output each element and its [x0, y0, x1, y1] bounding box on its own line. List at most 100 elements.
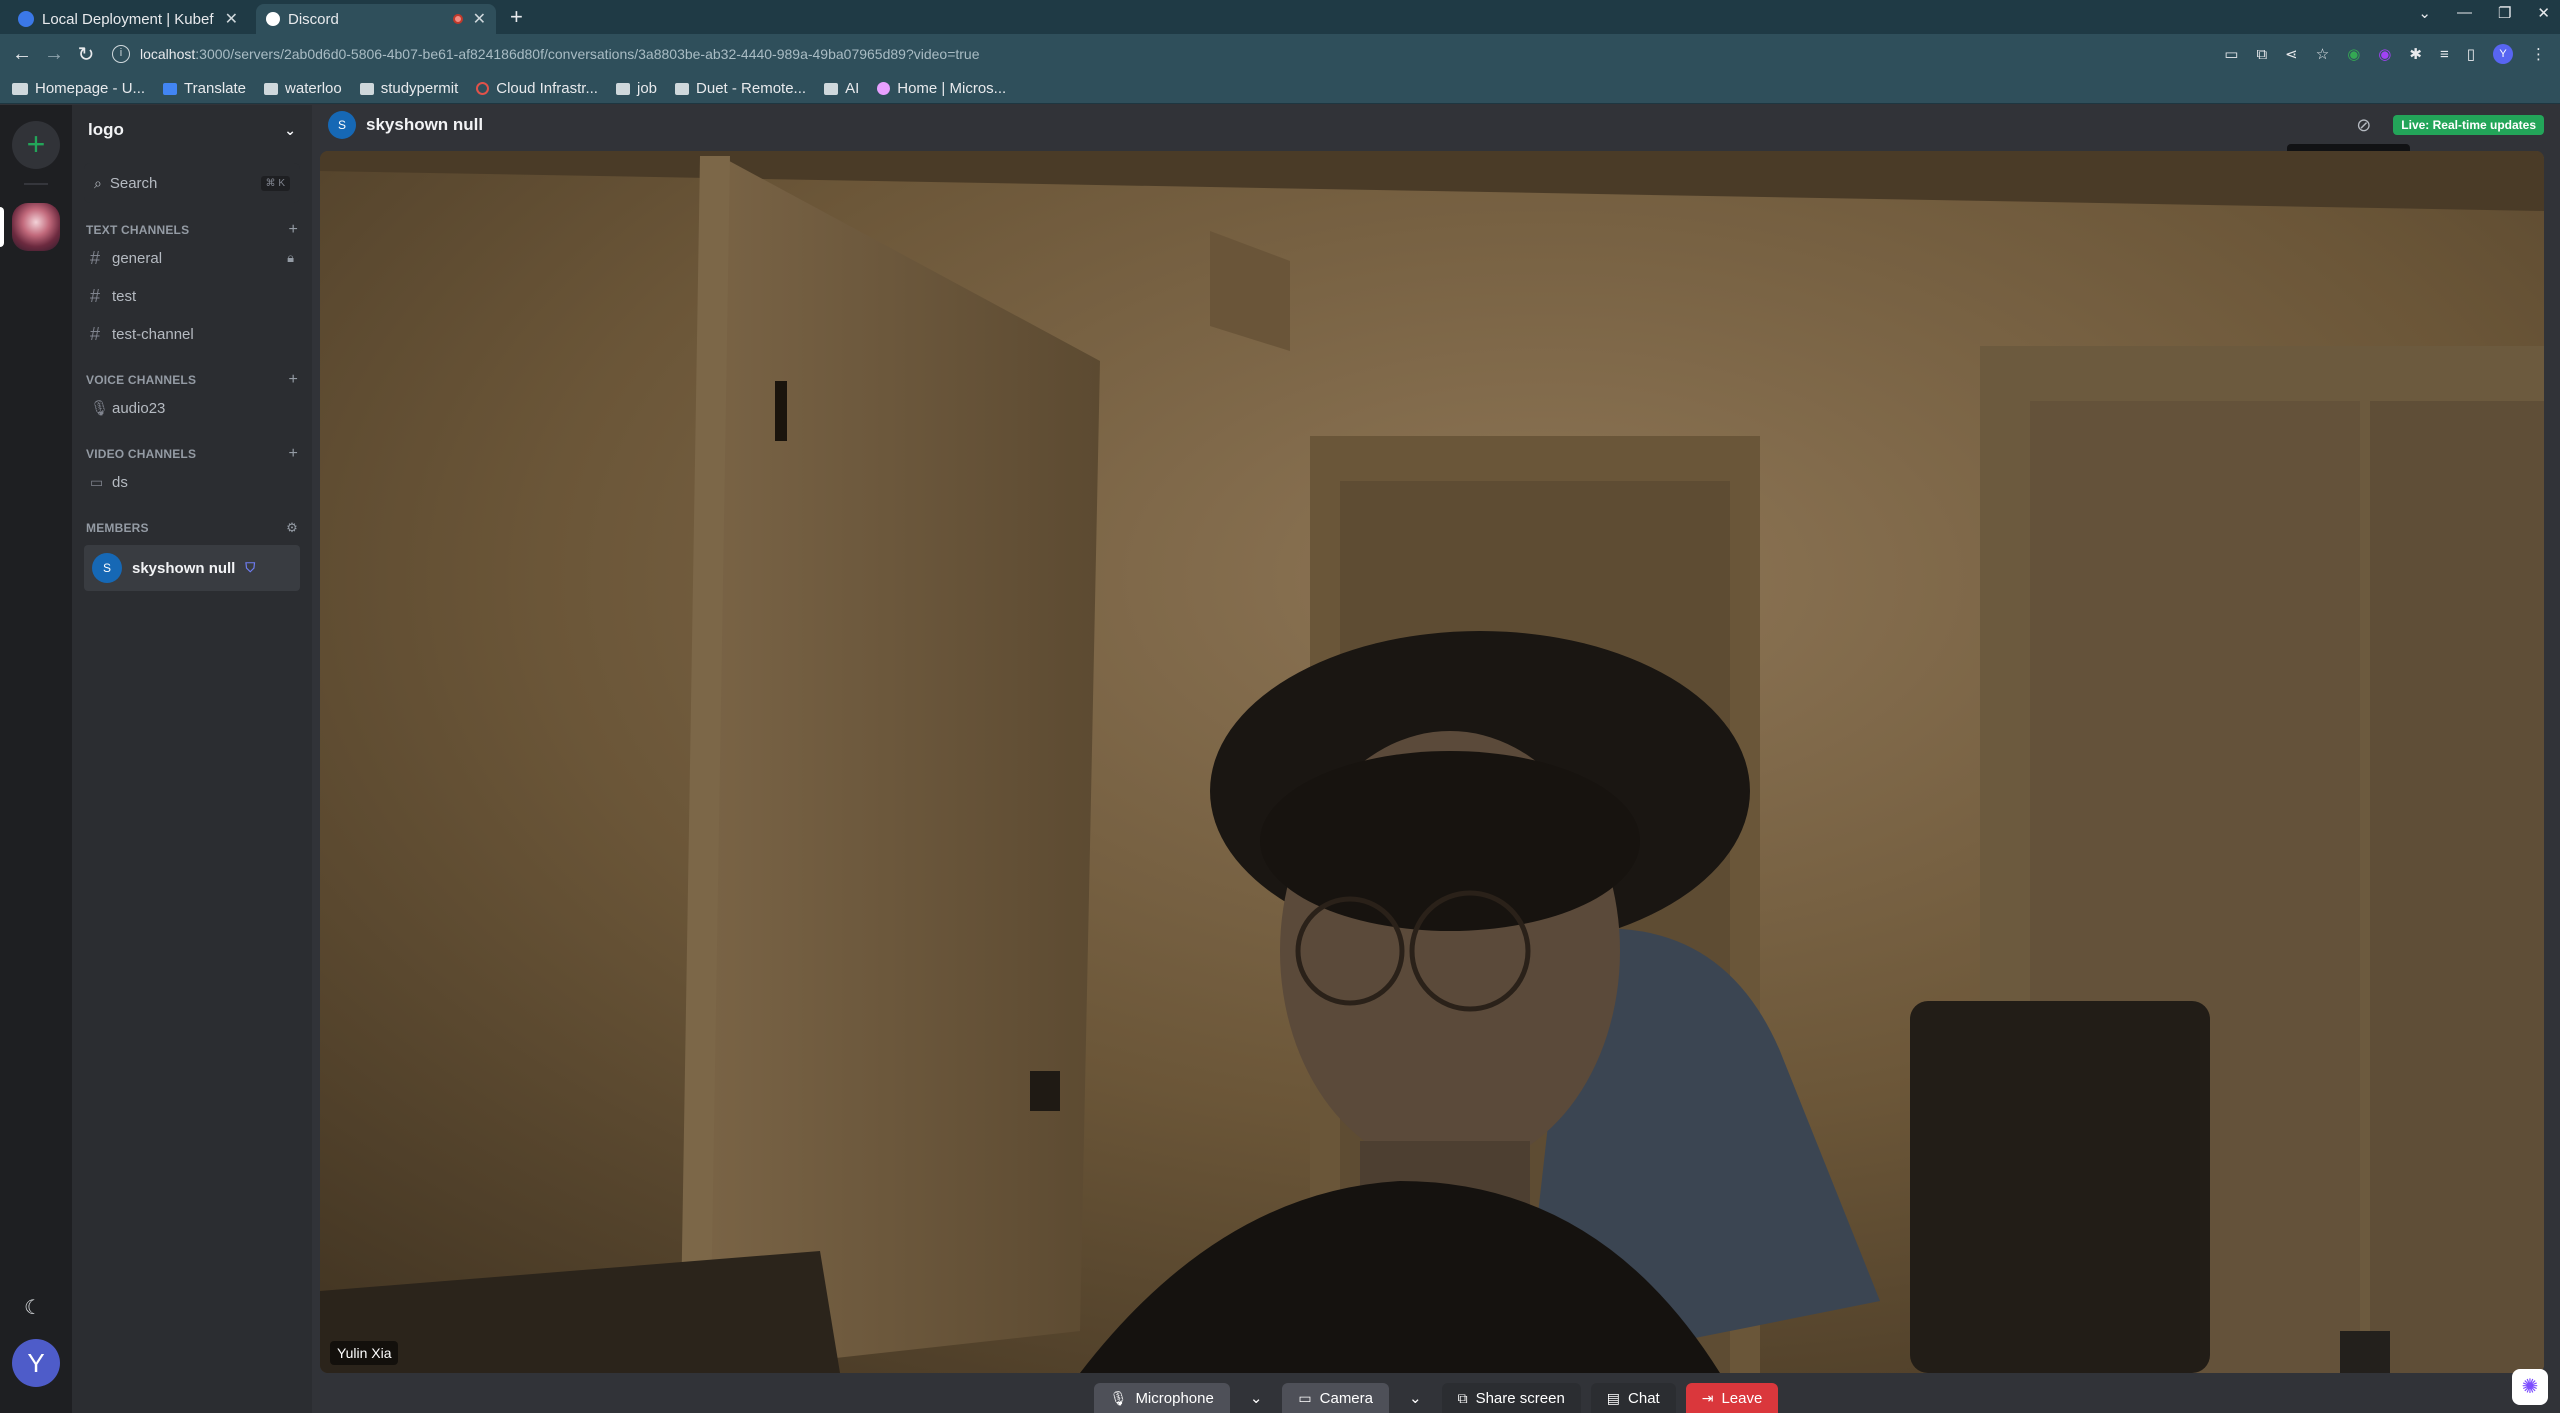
- channel-test-channel[interactable]: # test-channel: [84, 315, 300, 353]
- button-label: Microphone: [1135, 1389, 1214, 1407]
- discord-app: + ☾ Y logo ⌄ ⌕ Search ⌘ K TEXT CHANNELS …: [0, 105, 2560, 1413]
- video-channels-section: VIDEO CHANNELS + ▭ ds: [72, 445, 312, 501]
- camera-in-use-icon[interactable]: ▭: [2224, 45, 2238, 63]
- camera-icon: ▭: [1298, 1389, 1312, 1406]
- translate-icon[interactable]: ⧉: [2256, 46, 2267, 63]
- add-channel-icon[interactable]: +: [288, 445, 298, 463]
- search-button[interactable]: ⌕ Search ⌘ K: [84, 163, 300, 203]
- url-host: localhost: [140, 46, 196, 62]
- close-window-icon[interactable]: ✕: [2537, 4, 2550, 22]
- browser-tab-kubeflow[interactable]: Local Deployment | Kubef ✕: [8, 4, 248, 34]
- channel-ds[interactable]: ▭ ds: [84, 463, 300, 501]
- search-icon: ⌕: [94, 174, 102, 191]
- share-icon[interactable]: ⋖: [2285, 45, 2298, 63]
- globe-icon: [18, 11, 34, 27]
- video-feed: Yulin Xia: [320, 151, 2544, 1373]
- restore-icon[interactable]: ❐: [2498, 4, 2511, 22]
- close-tab-icon[interactable]: ✕: [225, 9, 238, 29]
- profile-avatar[interactable]: Y: [2493, 44, 2513, 64]
- minimize-icon[interactable]: —: [2457, 4, 2472, 22]
- microphone-button[interactable]: 🎙︎ Microphone: [1093, 1383, 1230, 1413]
- discord-favicon-icon: [266, 12, 280, 26]
- add-server-button[interactable]: +: [12, 121, 60, 169]
- chevron-down-icon: ⌄: [1249, 1390, 1263, 1407]
- chat-icon: ▤: [1606, 1389, 1621, 1406]
- bookmark-waterloo[interactable]: waterloo: [264, 80, 342, 97]
- forward-icon[interactable]: →: [38, 43, 70, 66]
- button-label: Share screen: [1475, 1389, 1565, 1407]
- microphone-options-button[interactable]: ⌄: [1240, 1383, 1273, 1413]
- settings-gear-icon[interactable]: ⚙: [286, 520, 298, 536]
- server-header[interactable]: logo ⌄: [72, 105, 312, 155]
- leave-button[interactable]: ⇥ Leave: [1685, 1383, 1779, 1413]
- tab-title: Local Deployment | Kubef: [42, 10, 214, 28]
- add-channel-icon[interactable]: +: [288, 221, 298, 239]
- share-screen-button[interactable]: ⧉ Share screen: [1441, 1383, 1581, 1413]
- channel-label: audio23: [112, 399, 166, 417]
- bookmark-studypermit[interactable]: studypermit: [359, 80, 458, 97]
- bookmark-cloud[interactable]: Cloud Infrastr...: [476, 80, 598, 97]
- browser-menu-icon[interactable]: ⋮: [2531, 45, 2546, 63]
- chat-button[interactable]: ▤ Chat: [1590, 1383, 1676, 1413]
- bookmark-label: Cloud Infrastr...: [496, 80, 598, 97]
- channel-test[interactable]: # test: [84, 277, 300, 315]
- bookmark-label: Homepage - U...: [35, 80, 146, 97]
- add-channel-icon[interactable]: +: [288, 371, 298, 389]
- side-panel-icon[interactable]: ▯: [2467, 45, 2475, 63]
- camera-button[interactable]: ▭ Camera: [1282, 1383, 1389, 1413]
- tab-search-icon[interactable]: ⌄: [2418, 4, 2431, 22]
- chevron-down-icon: ⌄: [1409, 1390, 1422, 1407]
- section-title: VIDEO CHANNELS: [86, 447, 197, 461]
- hash-icon: #: [90, 247, 101, 268]
- live-status-badge: Live: Real-time updates: [2393, 115, 2544, 135]
- channel-label: ds: [112, 473, 128, 491]
- url-input[interactable]: i localhost:3000/servers/2ab0d6d0-5806-4…: [112, 39, 2224, 69]
- rail-divider: [24, 183, 48, 185]
- bookmark-label: Translate: [184, 80, 247, 97]
- bookmark-job[interactable]: job: [615, 80, 657, 97]
- bookmark-star-icon[interactable]: ☆: [2316, 45, 2329, 63]
- extension-green-icon[interactable]: ◉: [2347, 45, 2360, 63]
- close-tab-icon[interactable]: ✕: [473, 9, 486, 29]
- channel-general[interactable]: # general 🔒︎: [84, 239, 300, 277]
- section-header: VIDEO CHANNELS +: [84, 445, 300, 463]
- search-shortcut: ⌘ K: [260, 175, 290, 191]
- duet-icon: [675, 82, 690, 95]
- bookmark-homepage[interactable]: Homepage - U...: [12, 80, 145, 97]
- leave-icon: ⇥: [1701, 1389, 1714, 1406]
- webcam-video: [320, 151, 2544, 1373]
- channel-audio23[interactable]: 🎙︎ audio23: [84, 389, 300, 427]
- member-avatar: S: [92, 553, 122, 583]
- button-label: Leave: [1721, 1389, 1763, 1407]
- bookmark-microsoft[interactable]: Home | Micros...: [877, 80, 1006, 97]
- bookmark-label: waterloo: [285, 80, 342, 97]
- extension-purple-icon[interactable]: ◉: [2378, 45, 2391, 63]
- server-icon[interactable]: [12, 203, 60, 251]
- camera-options-button[interactable]: ⌄: [1399, 1383, 1432, 1413]
- user-avatar[interactable]: Y: [12, 1339, 60, 1387]
- site-info-icon[interactable]: i: [112, 45, 130, 63]
- back-icon[interactable]: ←: [6, 43, 38, 66]
- bookmark-translate[interactable]: Translate: [163, 80, 246, 97]
- new-tab-button[interactable]: +: [510, 4, 523, 30]
- extensions-puzzle-icon[interactable]: ✱: [2409, 45, 2422, 63]
- bookmark-duet[interactable]: Duet - Remote...: [675, 80, 806, 97]
- reading-list-icon[interactable]: ≡: [2440, 46, 2449, 63]
- conversation-header: S skyshown null ⊘ Live: Real-time update…: [312, 105, 2560, 145]
- channel-label: general: [112, 249, 163, 267]
- theme-toggle-moon-icon[interactable]: ☾: [24, 1295, 42, 1320]
- member-item[interactable]: S skyshown null ⛉: [84, 545, 300, 591]
- end-video-call-icon[interactable]: ⊘: [2356, 115, 2371, 136]
- voice-channels-section: VOICE CHANNELS + 🎙︎ audio23: [72, 371, 312, 427]
- assistant-logo-icon[interactable]: ✺: [2512, 1369, 2548, 1405]
- bookmark-ai[interactable]: AI: [824, 80, 859, 97]
- address-bar: ← → ↻ i localhost:3000/servers/2ab0d6d0-…: [0, 34, 2560, 74]
- reload-icon[interactable]: ↻: [70, 42, 102, 67]
- button-label: Camera: [1319, 1389, 1373, 1407]
- server-name: logo: [88, 120, 124, 139]
- screen-share-icon: ⧉: [1457, 1389, 1468, 1406]
- section-header: MEMBERS ⚙: [84, 519, 300, 537]
- members-section: MEMBERS ⚙ S skyshown null ⛉: [72, 519, 312, 591]
- browser-tab-discord[interactable]: Discord ✕: [256, 4, 496, 34]
- url-path: :3000/servers/2ab0d6d0-5806-4b07-be61-af…: [195, 46, 980, 62]
